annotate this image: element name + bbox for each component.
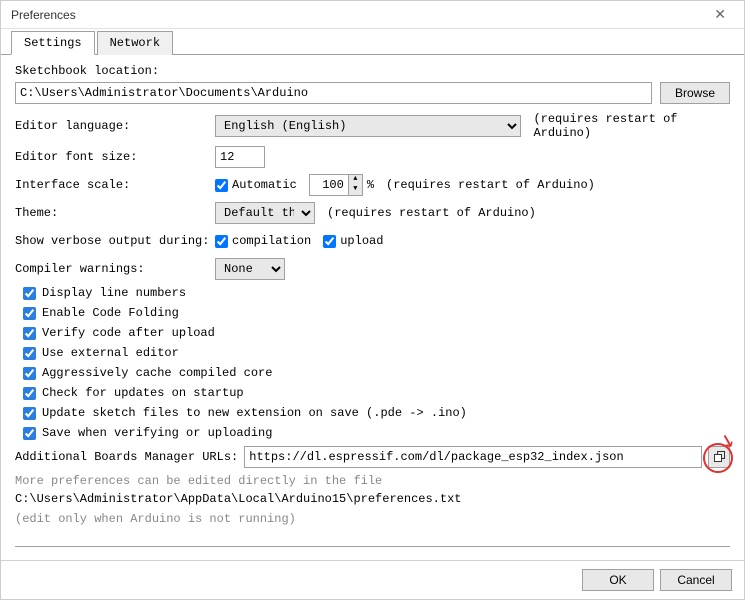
check-external-editor[interactable]: Use external editor <box>23 346 730 360</box>
theme-label: Theme: <box>15 206 215 220</box>
editor-language-select[interactable]: English (English) <box>215 115 521 137</box>
spinner-up-icon[interactable]: ▲ <box>349 175 362 185</box>
boards-url-label: Additional Boards Manager URLs: <box>15 450 238 464</box>
window-title: Preferences <box>11 8 706 22</box>
titlebar: Preferences ✕ <box>1 1 744 29</box>
automatic-checkbox[interactable]: Automatic <box>215 178 297 192</box>
spinner-down-icon[interactable]: ▼ <box>349 185 362 195</box>
verbose-upload-checkbox[interactable]: upload <box>323 234 383 248</box>
footer: OK Cancel <box>1 560 744 599</box>
font-size-label: Editor font size: <box>15 150 215 164</box>
more-prefs-text: More preferences can be edited directly … <box>15 474 730 488</box>
scale-input[interactable] <box>309 174 349 196</box>
check-line-numbers[interactable]: Display line numbers <box>23 286 730 300</box>
check-update-sketch[interactable]: Update sketch files to new extension on … <box>23 406 730 420</box>
percent-label: % <box>367 178 374 192</box>
check-verify-upload[interactable]: Verify code after upload <box>23 326 730 340</box>
check-cache-core[interactable]: Aggressively cache compiled core <box>23 366 730 380</box>
font-size-input[interactable] <box>215 146 265 168</box>
automatic-checkbox-input[interactable] <box>215 179 228 192</box>
verbose-label: Show verbose output during: <box>15 234 215 248</box>
boards-url-input[interactable] <box>244 446 702 468</box>
prefs-path: C:\Users\Administrator\AppData\Local\Ard… <box>15 492 730 506</box>
check-save-verify[interactable]: Save when verifying or uploading <box>23 426 730 440</box>
scale-spinner[interactable]: ▲▼ <box>309 174 363 196</box>
verbose-compilation-checkbox[interactable]: compilation <box>215 234 311 248</box>
compiler-warnings-label: Compiler warnings: <box>15 262 215 276</box>
ok-button[interactable]: OK <box>582 569 654 591</box>
edit-urls-button[interactable] <box>708 446 730 468</box>
editor-language-label: Editor language: <box>15 119 215 133</box>
content-pane: Sketchbook location: Browse Editor langu… <box>1 54 744 560</box>
edit-warning: (edit only when Arduino is not running) <box>15 512 730 526</box>
scale-hint: (requires restart of Arduino) <box>386 178 595 192</box>
theme-hint: (requires restart of Arduino) <box>327 206 536 220</box>
check-updates[interactable]: Check for updates on startup <box>23 386 730 400</box>
theme-select[interactable]: Default theme <box>215 202 315 224</box>
spinner-buttons[interactable]: ▲▼ <box>349 174 363 196</box>
interface-scale-label: Interface scale: <box>15 178 215 192</box>
sketchbook-label: Sketchbook location: <box>15 64 730 78</box>
browse-button[interactable]: Browse <box>660 82 730 104</box>
tab-network[interactable]: Network <box>97 31 173 55</box>
cancel-button[interactable]: Cancel <box>660 569 732 591</box>
compiler-warnings-select[interactable]: None <box>215 258 285 280</box>
close-icon[interactable]: ✕ <box>706 6 734 23</box>
tab-bar: Settings Network <box>1 30 744 55</box>
editor-language-hint: (requires restart of Arduino) <box>533 112 730 140</box>
divider <box>15 546 730 547</box>
sketchbook-input[interactable] <box>15 82 652 104</box>
check-code-folding[interactable]: Enable Code Folding <box>23 306 730 320</box>
tab-settings[interactable]: Settings <box>11 31 95 55</box>
automatic-label: Automatic <box>232 178 297 192</box>
